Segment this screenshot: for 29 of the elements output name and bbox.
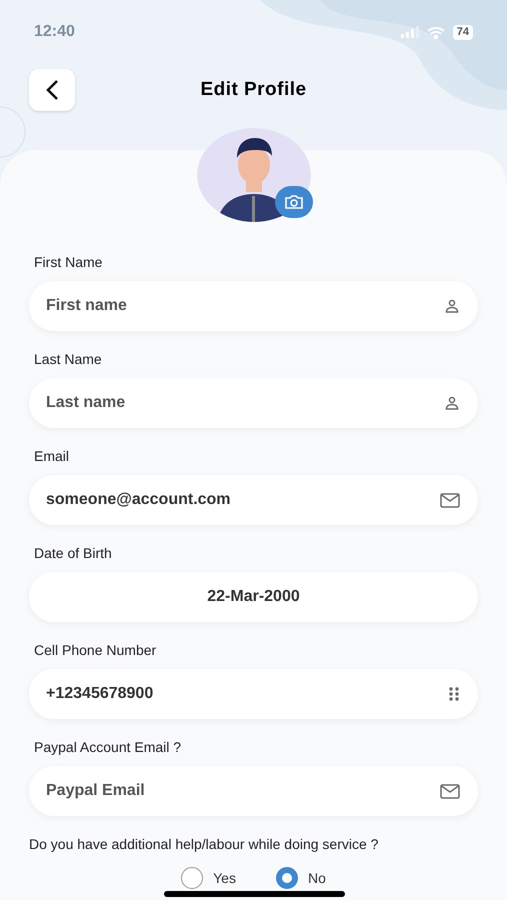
- input-field[interactable]: 22-Mar-2000: [29, 572, 478, 622]
- input-field[interactable]: someone@account.com: [29, 475, 478, 525]
- status-time: 12:40: [34, 22, 75, 42]
- radio-button[interactable]: [181, 867, 204, 889]
- field-label: First Name: [33, 253, 104, 272]
- back-icon: [45, 79, 59, 101]
- radio-label: Yes: [213, 868, 236, 888]
- question-text: Do you have additional help/labour while doing service ?: [29, 835, 380, 854]
- camera-icon: [284, 194, 304, 210]
- signal-icon: [400, 26, 419, 38]
- dialpad-icon: [448, 686, 460, 702]
- field-label: Paypal Account Email ?: [33, 738, 182, 757]
- input-field[interactable]: +12345678900: [29, 669, 478, 719]
- page-title: Edit Profile: [200, 78, 308, 102]
- field-label: Email: [33, 447, 70, 466]
- wifi-icon: [426, 26, 445, 38]
- field-label: Cell Phone Number: [33, 641, 158, 660]
- input-field[interactable]: Last name: [29, 378, 478, 428]
- mail-icon: [440, 492, 460, 508]
- mail-icon: [440, 784, 460, 798]
- back-button[interactable]: [29, 69, 75, 111]
- radio-label: No: [308, 868, 326, 888]
- input-field[interactable]: First name: [29, 281, 478, 331]
- person-icon: [444, 298, 460, 314]
- input-field[interactable]: Paypal Email: [29, 766, 478, 816]
- radio-button[interactable]: [276, 867, 298, 889]
- field-label: Date of Birth: [33, 544, 113, 563]
- field-label: Last Name: [33, 350, 103, 369]
- person-icon: [444, 395, 460, 411]
